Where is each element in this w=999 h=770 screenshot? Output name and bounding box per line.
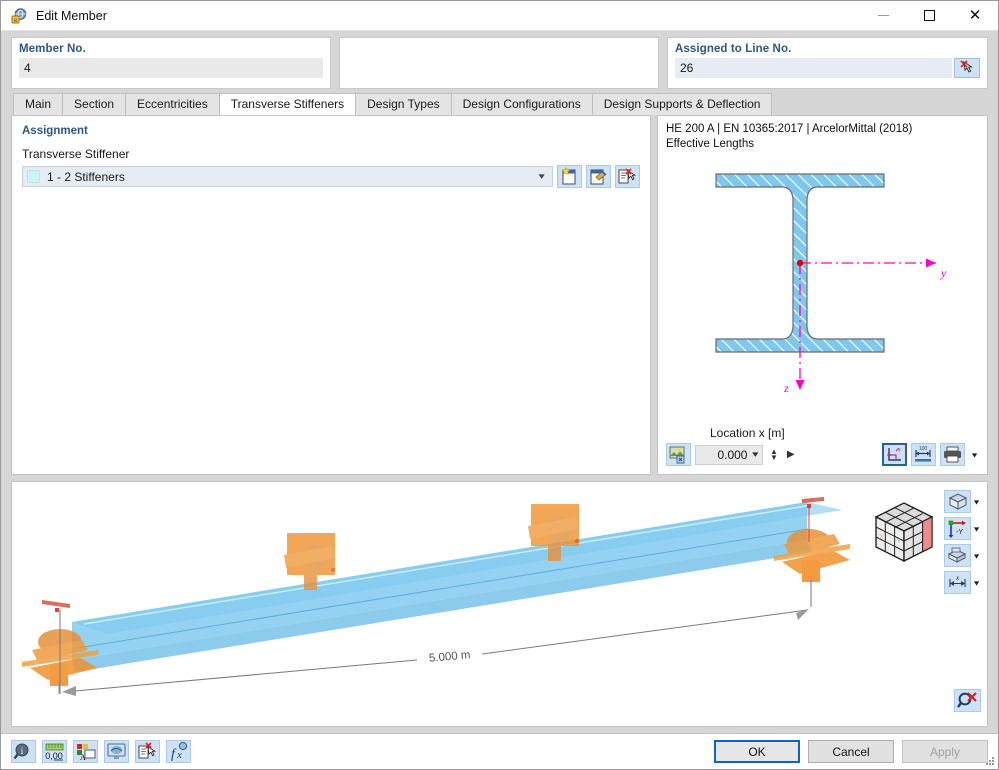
assigned-line-group: Assigned to Line No. — [667, 37, 988, 89]
transverse-stiffener-row: 1 - 2 Stiffeners ▾ — [22, 165, 640, 188]
print-options-caret-icon[interactable]: ▼ — [970, 451, 979, 459]
chevron-down-icon: ▾ — [538, 171, 546, 181]
header-fields: Member No. Assigned to Line No. — [1, 31, 998, 89]
units-decimal-icon[interactable]: 0,00 — [42, 740, 67, 763]
solid-cube-icon[interactable] — [944, 490, 972, 513]
svg-text:y: y — [898, 447, 901, 453]
tab-design-supports-deflection[interactable]: Design Supports & Deflection — [591, 93, 773, 115]
chevron-down-icon: ▾ — [752, 449, 759, 459]
member-no-label: Member No. — [19, 43, 86, 55]
i-section-svg: y z — [715, 173, 947, 395]
location-x-stepper[interactable]: 0.000 ▾ — [695, 444, 763, 465]
svg-text:X: X — [879, 534, 884, 541]
member-icon: e — [11, 7, 28, 24]
svg-text:z: z — [783, 381, 789, 395]
section-view-pane: HE 200 A | EN 10365:2017 | ArcelorMittal… — [657, 115, 988, 475]
svg-text:-Y: -Y — [956, 529, 963, 536]
transverse-stiffener-combo[interactable]: 1 - 2 Stiffeners ▾ — [22, 166, 553, 187]
nav-cube[interactable]: -Y X — [864, 497, 936, 567]
resize-grip[interactable] — [985, 756, 995, 766]
ok-button[interactable]: OK — [714, 740, 800, 763]
tab-design-types[interactable]: Design Types — [355, 93, 452, 115]
dialog-footer: i 0,00 A f x OK Cancel Apply — [1, 733, 998, 769]
view-direction-row: -Y ▼ — [944, 517, 981, 540]
beam-body — [72, 502, 842, 672]
svg-text:x: x — [176, 749, 182, 761]
title-bar: e Edit Member ✕ — [1, 1, 998, 31]
edit-member-dialog: e Edit Member ✕ Member No. Assigned to L… — [0, 0, 999, 770]
svg-text:-Y: -Y — [894, 538, 901, 545]
maximize-button[interactable] — [906, 1, 952, 31]
chevron-down-icon[interactable]: ▼ — [972, 498, 981, 506]
assigned-line-label: Assigned to Line No. — [675, 43, 792, 55]
section-toolbar: 0.000 ▾ ▲ ▼ ▶ y 100 ▼ — [666, 443, 979, 466]
printer-icon[interactable] — [940, 443, 966, 466]
dimensions-icon[interactable]: 100 — [911, 443, 937, 466]
location-x-label: Location x [m] — [710, 426, 785, 440]
delete-document-icon[interactable] — [615, 165, 640, 188]
assignment-title: Assignment — [22, 125, 88, 137]
info-magnifier-icon[interactable]: i — [11, 740, 36, 763]
section-image-icon[interactable] — [666, 443, 691, 466]
member-no-input[interactable] — [19, 58, 323, 78]
assignment-pane: Assignment Transverse Stiffener 1 - 2 St… — [11, 115, 651, 475]
section-caption-line2: Effective Lengths — [666, 138, 755, 150]
svg-text:x: x — [955, 574, 960, 582]
new-document-icon[interactable] — [557, 165, 582, 188]
minimize-button[interactable] — [860, 1, 906, 31]
close-button[interactable]: ✕ — [952, 1, 998, 31]
location-x-value: 0.000 — [717, 447, 748, 462]
pick-line-icon[interactable] — [954, 58, 980, 78]
render-mode-row: ▼ — [944, 490, 981, 513]
edit-document-icon[interactable] — [586, 165, 611, 188]
dimension-x-icon[interactable]: x — [944, 571, 972, 594]
transverse-stiffener-label: Transverse Stiffener — [22, 147, 130, 161]
transverse-stiffener-value: 1 - 2 Stiffeners — [47, 169, 125, 184]
window-title: Edit Member — [36, 8, 107, 23]
tab-eccentricities[interactable]: Eccentricities — [125, 93, 220, 115]
formula-fx-icon[interactable]: f x — [166, 740, 191, 763]
dimension-toggle-row: x ▼ — [944, 571, 981, 594]
svg-text:y: y — [940, 266, 947, 280]
tab-design-configurations[interactable]: Design Configurations — [450, 93, 593, 115]
section-caption-line1: HE 200 A | EN 10365:2017 | ArcelorMittal… — [666, 123, 913, 135]
member-no-group: Member No. — [11, 37, 331, 89]
monitor-render-icon[interactable] — [104, 740, 129, 763]
cancel-button[interactable]: Cancel — [808, 740, 894, 763]
stiffener-color-swatch — [27, 170, 40, 183]
dialog-content: Assignment Transverse Stiffener 1 - 2 St… — [1, 115, 998, 733]
section-caption: HE 200 A | EN 10365:2017 | ArcelorMittal… — [658, 116, 987, 152]
display-layers-row: ▼ — [944, 544, 981, 567]
tab-transverse-stiffeners[interactable]: Transverse Stiffeners — [218, 93, 357, 115]
chevron-down-icon[interactable]: ▼ — [972, 579, 981, 587]
viewport-tools: ▼ -Y ▼ ▼ x ▼ — [944, 490, 981, 594]
local-axes-icon[interactable]: y — [882, 443, 908, 466]
top-panes: Assignment Transverse Stiffener 1 - 2 St… — [11, 115, 988, 475]
layers-icon[interactable] — [944, 544, 972, 567]
chevron-down-icon[interactable]: ▼ — [972, 552, 981, 560]
svg-text:100: 100 — [919, 446, 928, 452]
section-drawing: y z — [658, 152, 987, 426]
beam-3d-scene: 5.000 m — [22, 497, 850, 696]
window-controls: ✕ — [860, 1, 998, 31]
delete-entry-icon[interactable] — [135, 740, 160, 763]
tab-bar: Main Section Eccentricities Transverse S… — [1, 93, 998, 115]
reset-zoom-icon[interactable] — [954, 689, 981, 712]
chevron-down-icon[interactable]: ▼ — [972, 525, 981, 533]
assigned-line-input[interactable] — [675, 58, 952, 78]
display-properties-icon[interactable]: A — [73, 740, 98, 763]
model-viewport[interactable]: 5.000 m -Y X ▼ -Y ▼ ▼ x ▼ — [11, 481, 988, 727]
stepper-arrows[interactable]: ▲ ▼ — [770, 447, 778, 461]
axes-yz-icon[interactable]: -Y — [944, 517, 972, 540]
dimension-label: 5.000 m — [429, 649, 471, 665]
middle-empty-group — [339, 37, 659, 89]
dialog-buttons: OK Cancel Apply — [714, 740, 988, 763]
tab-main[interactable]: Main — [13, 93, 64, 115]
apply-button[interactable]: Apply — [902, 740, 988, 763]
tab-section[interactable]: Section — [62, 93, 127, 115]
next-location-button[interactable]: ▶ — [787, 449, 795, 460]
section-footer: Location x [m] 0.000 ▾ ▲ ▼ ▶ y 100 ▼ — [658, 426, 987, 474]
